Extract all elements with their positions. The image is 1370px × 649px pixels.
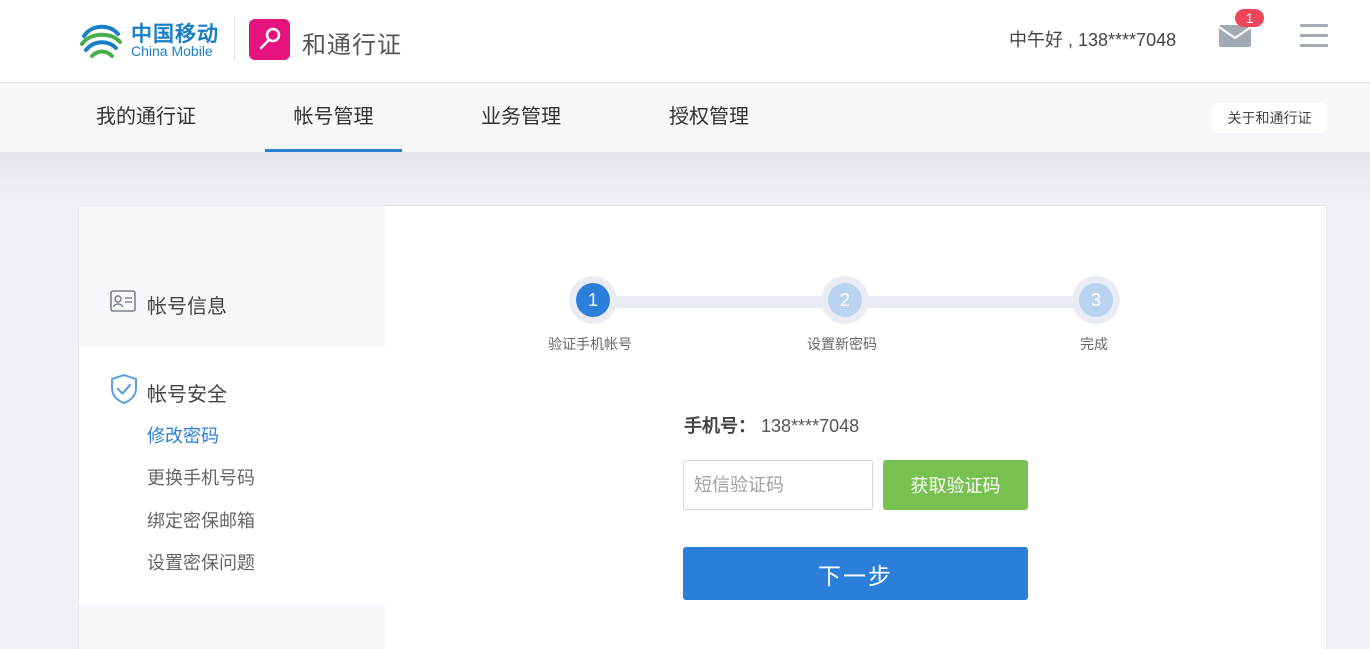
user-greeting: 中午好 , 138****7048 [1009,30,1177,50]
tab-my-pass[interactable]: 我的通行证 [96,84,196,152]
shield-check-icon [111,373,137,405]
step-number: 2 [828,283,862,317]
sms-code-input[interactable] [683,460,873,510]
next-step-button[interactable]: 下一步 [683,547,1028,600]
phone-row: 手机号： 138****7048 [684,412,859,438]
sidebar-item-label: 帐号信息 [147,296,227,318]
step-1: 1 [569,276,617,324]
sidebar-section-account-info: 帐号信息 [79,206,385,346]
step-label: 完成 [1080,336,1108,352]
key-icon[interactable] [249,19,290,60]
sidebar-item-security-question[interactable]: 设置密保问题 [147,549,255,575]
about-button[interactable]: 关于和通行证 [1212,103,1327,133]
phone-label: 手机号： [684,416,756,436]
phone-value: 138****7048 [761,416,860,436]
china-mobile-logo-icon [80,24,122,58]
top-header: 中国移动 China Mobile 和通行证 中午好 , 138****7048… [0,0,1370,83]
tab-authorization-management[interactable]: 授权管理 [669,84,749,152]
hamburger-menu-icon[interactable] [1300,24,1328,48]
sidebar: 帐号信息 帐号安全 修改密码 更换手机号码 绑定密保邮箱 设置密保问题 [79,206,385,649]
id-card-icon [110,290,136,312]
step-label: 设置新密码 [807,336,877,352]
logo-divider [234,18,235,60]
main-panel: 帐号信息 帐号安全 修改密码 更换手机号码 绑定密保邮箱 设置密保问题 1 2 … [78,205,1327,649]
tab-account-management[interactable]: 帐号管理 [265,84,402,152]
mail-count-badge: 1 [1235,9,1264,27]
sidebar-item-change-password[interactable]: 修改密码 [147,422,219,448]
step-label: 验证手机帐号 [548,336,632,352]
step-2: 2 [821,276,869,324]
step-3: 3 [1072,276,1120,324]
sidebar-item-label: 帐号安全 [147,384,227,406]
sidebar-section-account-security: 帐号安全 修改密码 更换手机号码 绑定密保邮箱 设置密保问题 [79,346,385,604]
china-mobile-logo[interactable]: 中国移动 China Mobile [78,16,223,62]
header-shadow-band [0,152,1370,202]
tab-service-management[interactable]: 业务管理 [481,84,561,152]
sidebar-item-bind-email[interactable]: 绑定密保邮箱 [147,507,255,533]
sidebar-item-change-phone[interactable]: 更换手机号码 [147,464,255,490]
main-nav: 我的通行证 帐号管理 业务管理 授权管理 关于和通行证 [0,84,1370,152]
app-title: 和通行证 [302,32,402,59]
get-code-button[interactable]: 获取验证码 [883,460,1028,510]
step-number: 1 [576,283,610,317]
step-number: 3 [1079,283,1113,317]
logo-text-en: China Mobile [131,43,213,59]
